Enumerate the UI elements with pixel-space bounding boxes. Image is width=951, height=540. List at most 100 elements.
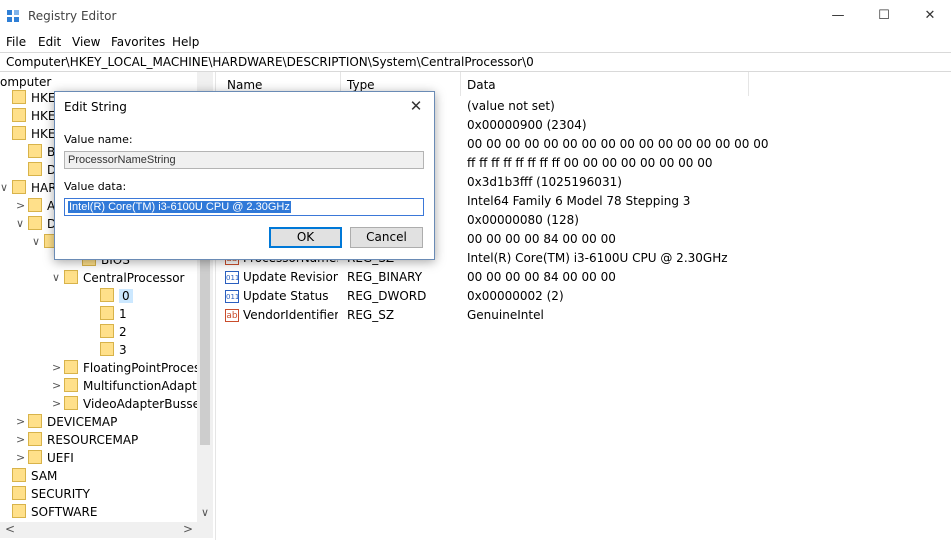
folder-icon — [28, 414, 42, 428]
value-type-cell: REG_SZ — [347, 308, 395, 322]
expand-toggle-icon[interactable]: > — [52, 395, 62, 413]
tree-node-label: MultifunctionAdapte — [83, 379, 205, 393]
value-row[interactable]: 011 Update Status REG_DWORD 0x00000002 (2) — [221, 287, 951, 306]
scroll-right-arrow-icon[interactable]: > — [183, 522, 193, 536]
expand-toggle-icon[interactable]: ∨ — [32, 233, 42, 251]
value-row[interactable]: ab VendorIdentifier REG_SZ GenuineIntel — [221, 306, 951, 325]
tree-node[interactable]: > MultifunctionAdapte — [52, 377, 205, 395]
minimize-button[interactable]: — — [815, 0, 861, 32]
value-data-cell: 0x3d1b3fff (1025196031) — [467, 175, 622, 189]
title-bar: Registry Editor — ☐ ✕ — [0, 0, 951, 32]
expand-toggle-icon[interactable]: ∨ — [0, 179, 10, 197]
menu-edit[interactable]: Edit — [38, 35, 61, 49]
expand-toggle-icon[interactable]: ∨ — [52, 269, 62, 287]
tree-node[interactable]: ∨ HAR — [0, 179, 57, 197]
ok-button[interactable]: OK — [269, 227, 342, 248]
value-data-input[interactable]: Intel(R) Core(TM) i3-6100U CPU @ 2.30GHz — [64, 198, 424, 216]
address-path[interactable]: Computer\HKEY_LOCAL_MACHINE\HARDWARE\DES… — [6, 55, 534, 69]
value-data-cell: GenuineIntel — [467, 308, 544, 322]
value-row[interactable]: 011 Update Revision REG_BINARY 00 00 00 00 … — [221, 268, 951, 287]
maximize-button[interactable]: ☐ — [861, 0, 907, 32]
value-name-cell: Update Status — [243, 289, 329, 303]
folder-icon — [28, 432, 42, 446]
tree-node[interactable]: SAM — [12, 467, 57, 485]
tree-node-label: SECURITY — [31, 487, 90, 501]
menu-help[interactable]: Help — [172, 35, 199, 49]
tree-node[interactable]: > RESOURCEMAP — [16, 431, 139, 449]
folder-icon — [100, 306, 114, 320]
scroll-left-arrow-icon[interactable]: < — [5, 522, 15, 536]
tree-node-label: VideoAdapterBusses — [83, 397, 207, 411]
value-type-cell: REG_DWORD — [347, 289, 427, 303]
tree-node-label: 3 — [119, 343, 127, 357]
value-data-cell: 0x00000080 (128) — [467, 213, 579, 227]
column-header-data[interactable]: Data — [461, 72, 749, 96]
expand-toggle-icon[interactable]: > — [52, 377, 62, 395]
folder-icon — [28, 450, 42, 464]
dialog-title: Edit String — [64, 100, 127, 114]
tree-node-label: HAR — [31, 181, 57, 195]
menu-file[interactable]: File — [6, 35, 26, 49]
folder-icon — [100, 324, 114, 338]
tree-node[interactable]: ∨ CentralProcessor — [52, 269, 185, 287]
value-name-label: Value name: — [64, 133, 133, 146]
tree-node-label: RESOURCEMAP — [47, 433, 139, 447]
window-title: Registry Editor — [28, 9, 117, 23]
folder-icon — [12, 180, 26, 194]
expand-toggle-icon[interactable]: > — [16, 431, 26, 449]
expand-toggle-icon[interactable]: ∨ — [16, 215, 26, 233]
value-data-cell: 0x00000002 (2) — [467, 289, 564, 303]
value-name-cell: Update Revision — [243, 270, 338, 284]
folder-icon — [64, 396, 78, 410]
value-data-label: Value data: — [64, 180, 127, 193]
binary-value-icon: 011 — [225, 271, 239, 284]
expand-toggle-icon[interactable]: > — [52, 359, 62, 377]
value-data-cell: (value not set) — [467, 99, 555, 113]
tree-node[interactable]: > A — [16, 197, 55, 215]
value-data-cell: 00 00 00 00 00 00 00 00 00 00 00 00 00 0… — [467, 137, 769, 151]
dialog-close-icon[interactable]: ✕ — [406, 96, 426, 116]
value-data-cell: 0x00000900 (2304) — [467, 118, 587, 132]
tree-node-label: CentralProcessor — [83, 271, 185, 285]
cancel-button[interactable]: Cancel — [350, 227, 423, 248]
menu-favorites[interactable]: Favorites — [111, 35, 165, 49]
registry-editor-icon — [7, 10, 21, 24]
tree-node-label: DEVICEMAP — [47, 415, 118, 429]
tree-node[interactable]: 2 — [100, 323, 127, 341]
value-data-cell: 00 00 00 00 84 00 00 00 — [467, 270, 616, 284]
value-data-cell: ff ff ff ff ff ff ff ff 00 00 00 00 00 0… — [467, 156, 713, 170]
tree-node-label: SAM — [31, 469, 58, 483]
value-type-cell: REG_BINARY — [347, 270, 423, 284]
folder-icon — [28, 144, 42, 158]
close-button[interactable]: ✕ — [907, 0, 951, 32]
tree-node[interactable]: SECURITY — [12, 485, 90, 503]
tree-node[interactable]: > DEVICEMAP — [16, 413, 118, 431]
tree-node[interactable]: > VideoAdapterBusses — [52, 395, 207, 413]
folder-icon — [28, 216, 42, 230]
tree-node[interactable]: 0 — [100, 287, 133, 305]
folder-icon — [100, 288, 114, 302]
address-bar[interactable]: Computer\HKEY_LOCAL_MACHINE\HARDWARE\DES… — [0, 52, 951, 72]
value-data-cell: Intel64 Family 6 Model 78 Stepping 3 — [467, 194, 691, 208]
tree-node[interactable]: 1 — [100, 305, 127, 323]
tree-root-computer[interactable]: omputer — [0, 75, 51, 89]
folder-icon — [28, 198, 42, 212]
scroll-down-arrow-icon[interactable]: ∨ — [201, 506, 209, 519]
tree-node[interactable]: > UEFI — [16, 449, 74, 467]
value-data-selected-text: Intel(R) Core(TM) i3-6100U CPU @ 2.30GHz — [68, 201, 291, 213]
expand-toggle-icon[interactable]: > — [16, 413, 26, 431]
tree-node-label: 1 — [119, 307, 127, 321]
menu-view[interactable]: View — [72, 35, 100, 49]
expand-toggle-icon[interactable]: > — [16, 197, 26, 215]
tree-horizontal-scrollbar[interactable]: < > — [0, 522, 213, 538]
folder-icon — [28, 162, 42, 176]
tree-node[interactable]: > FloatingPointProces — [52, 359, 201, 377]
tree-node[interactable]: 3 — [100, 341, 127, 359]
folder-icon — [100, 342, 114, 356]
folder-icon — [12, 486, 26, 500]
tree-node[interactable]: SOFTWARE — [12, 503, 97, 521]
tree-node-label: FloatingPointProces — [83, 361, 201, 375]
tree-node[interactable]: ∨ D — [16, 215, 56, 233]
value-name-cell: VendorIdentifier — [243, 308, 338, 322]
expand-toggle-icon[interactable]: > — [16, 449, 26, 467]
